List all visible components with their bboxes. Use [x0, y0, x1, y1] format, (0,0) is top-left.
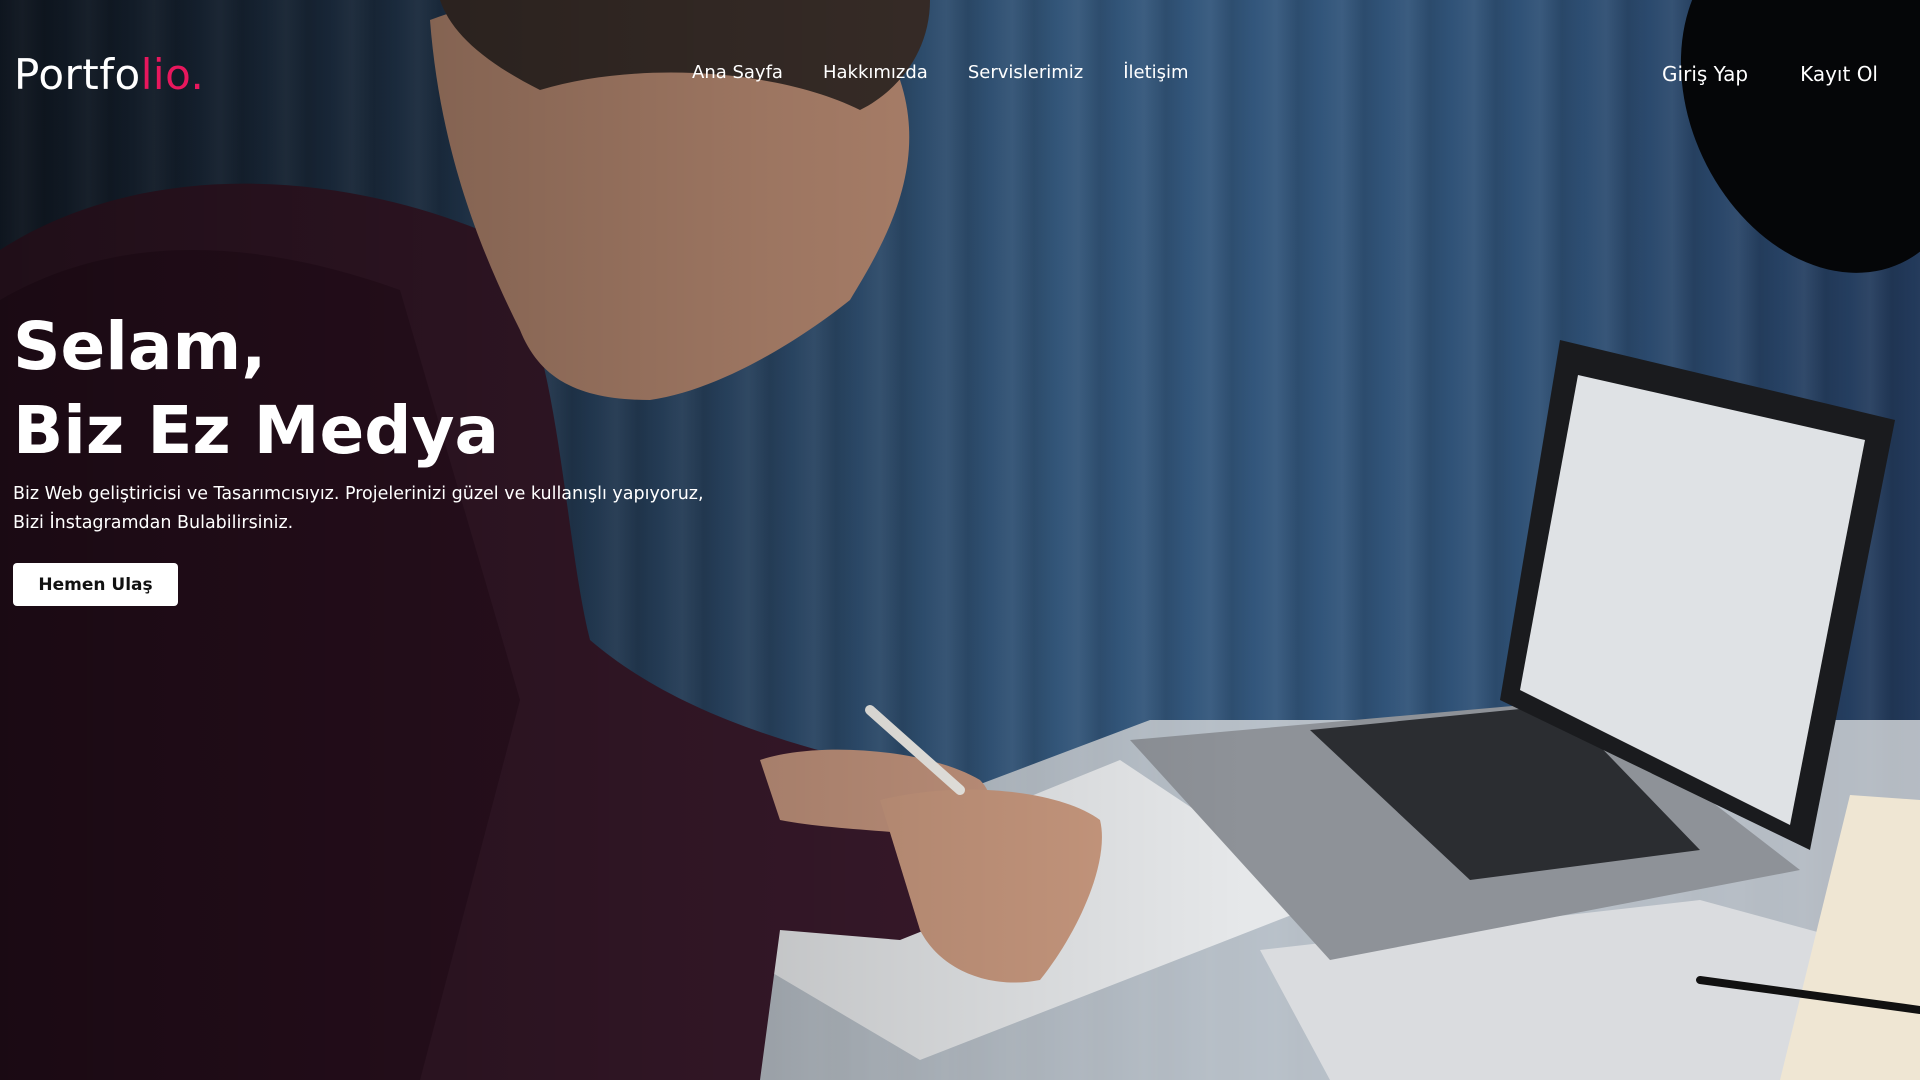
- logo-accent-text: lio.: [140, 50, 205, 99]
- logo[interactable]: Portfolio.: [14, 50, 204, 99]
- hero-title-line1: Selam,: [13, 308, 267, 385]
- contact-now-button[interactable]: Hemen Ulaş: [13, 563, 178, 606]
- nav-item-hakkimizda[interactable]: Hakkımızda: [823, 62, 928, 83]
- hero-description-line1: Biz Web geliştiricisi ve Tasarımcısıyız.…: [13, 484, 704, 504]
- nav-item-iletisim[interactable]: İletişim: [1123, 62, 1188, 83]
- hero-title-line2: Biz Ez Medya: [13, 392, 500, 469]
- nav-item-servislerimiz[interactable]: Servislerimiz: [968, 62, 1083, 83]
- nav-item-ana-sayfa[interactable]: Ana Sayfa: [692, 62, 783, 83]
- dark-overlay: [0, 0, 1920, 1080]
- hero-title: Selam, Biz Ez Medya: [13, 305, 499, 473]
- main-nav: Ana Sayfa Hakkımızda Servislerimiz İleti…: [692, 62, 1229, 83]
- register-link[interactable]: Kayıt Ol: [1800, 62, 1878, 86]
- hero-background-image: [0, 0, 1920, 1080]
- auth-links: Giriş Yap Kayıt Ol: [1610, 62, 1878, 86]
- login-link[interactable]: Giriş Yap: [1662, 62, 1748, 86]
- logo-text: Portfo: [14, 50, 141, 99]
- hero-description: Biz Web geliştiricisi ve Tasarımcısıyız.…: [13, 480, 704, 538]
- hero-description-line2: Bizi İnstagramdan Bulabilirsiniz.: [13, 513, 294, 533]
